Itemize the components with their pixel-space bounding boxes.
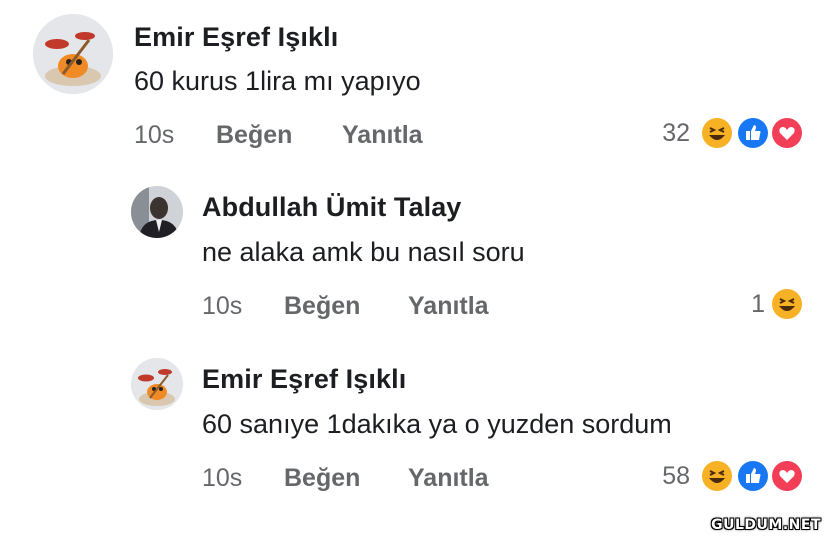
- haha-icon: [770, 287, 804, 321]
- reply-button[interactable]: Yanıtla: [342, 121, 423, 150]
- reaction-count[interactable]: 58: [662, 462, 690, 491]
- avatar[interactable]: [33, 14, 113, 94]
- reply-button[interactable]: Yanıtla: [408, 464, 489, 493]
- haha-icon: [700, 116, 734, 150]
- reaction-count[interactable]: 32: [662, 119, 690, 148]
- love-icon: [770, 459, 804, 493]
- like-icon: [736, 459, 770, 493]
- avatar[interactable]: [131, 186, 183, 238]
- avatar-cartoon-icon: [131, 358, 183, 410]
- comment-text: 60 kurus 1lira mı yapıyo: [134, 66, 421, 96]
- reaction-count[interactable]: 1: [751, 290, 765, 319]
- haha-icon: [700, 459, 734, 493]
- avatar-cartoon-icon: [33, 14, 113, 94]
- comment-text: ne alaka amk bu nasıl soru: [202, 237, 525, 267]
- like-button[interactable]: Beğen: [284, 464, 360, 493]
- love-icon: [770, 116, 804, 150]
- comment-author[interactable]: Emir Eşref Işıklı: [134, 22, 338, 53]
- like-button[interactable]: Beğen: [284, 292, 360, 321]
- comment-timestamp[interactable]: 10s: [202, 292, 242, 321]
- reply-button[interactable]: Yanıtla: [408, 292, 489, 321]
- comment-author[interactable]: Abdullah Ümit Talay: [202, 192, 461, 223]
- like-icon: [736, 116, 770, 150]
- avatar-photo-icon: [131, 186, 183, 238]
- comment-timestamp[interactable]: 10s: [134, 121, 174, 150]
- comment-author[interactable]: Emir Eşref Işıklı: [202, 364, 406, 395]
- like-button[interactable]: Beğen: [216, 121, 292, 150]
- watermark: GULDUM.NET: [711, 517, 821, 533]
- comment-text: 60 sanıye 1dakıka ya o yuzden sordum: [202, 409, 672, 439]
- avatar[interactable]: [131, 358, 183, 410]
- comment-timestamp[interactable]: 10s: [202, 464, 242, 493]
